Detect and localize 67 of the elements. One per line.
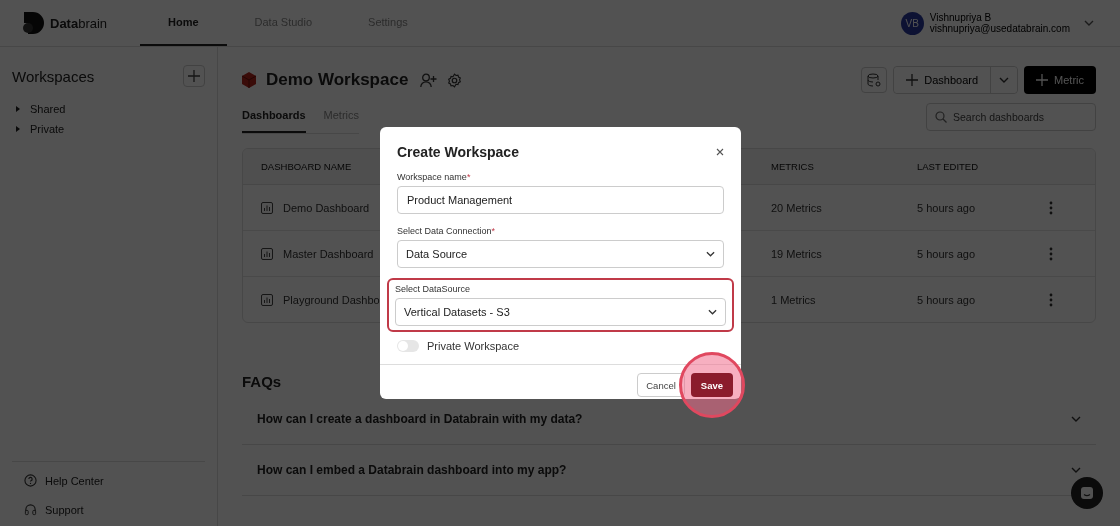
chart-icon — [261, 293, 273, 306]
select-field[interactable]: Vertical Datasets - S3 — [395, 298, 726, 326]
nav-tab[interactable]: Home — [140, 0, 227, 46]
plus-icon — [188, 70, 200, 82]
chevron-down-icon — [1071, 467, 1081, 473]
brand-name: Databrain — [50, 15, 108, 31]
column-header: DASHBOARD NAME — [260, 161, 353, 172]
tab[interactable]: Dashboards — [242, 99, 306, 133]
user-name: Vishnupriya B — [929, 12, 992, 23]
table-cell-text: 5 hours ago — [917, 293, 977, 306]
cube-icon — [242, 72, 256, 88]
plus-icon — [906, 74, 919, 86]
chevron-down-icon — [999, 77, 1010, 83]
add-workspace-button[interactable] — [183, 65, 205, 87]
toggle-switch[interactable] — [397, 340, 419, 352]
faq-title: FAQs — [242, 373, 282, 390]
new-metric-button[interactable]: Metric — [1024, 66, 1096, 94]
chart-icon — [261, 201, 273, 214]
sidebar-title: Workspaces — [12, 67, 95, 85]
input-field[interactable]: Product Management — [397, 186, 724, 214]
table-cell-text: 5 hours ago — [917, 201, 977, 214]
close-icon[interactable] — [716, 148, 724, 156]
chevron-down-icon — [706, 251, 715, 257]
database-icon — [867, 73, 882, 87]
sidebar-link[interactable]: Help Center — [12, 474, 205, 487]
field-label: Workspace name* — [397, 172, 472, 182]
add-user-icon[interactable] — [420, 72, 438, 88]
workspace-title: Demo Workspace — [266, 70, 409, 90]
sidebar-item[interactable]: Private — [12, 119, 205, 139]
dashboard-name[interactable]: Demo Dashboard — [283, 201, 370, 214]
user-email: vishnupriya@usedatabrain.com — [929, 23, 1070, 34]
user-avatar[interactable]: VB — [900, 11, 924, 35]
column-header: LAST EDITED — [917, 161, 980, 172]
field-label: Select Data Connection* — [397, 226, 497, 236]
headset-icon — [24, 503, 37, 516]
dashboard-name[interactable]: Playground Dashbo — [283, 293, 380, 306]
sidebar-link[interactable]: Support — [12, 503, 205, 516]
select-field[interactable]: Data Source — [397, 240, 724, 268]
cancel-button[interactable]: Cancel — [637, 373, 685, 397]
caret-icon — [14, 125, 22, 133]
chart-icon — [261, 247, 273, 260]
more-icon[interactable] — [1049, 292, 1053, 307]
database-button[interactable] — [861, 67, 888, 93]
chevron-down-icon[interactable] — [1084, 20, 1094, 26]
table-cell-text: 19 Metrics — [771, 247, 823, 260]
sidebar-item[interactable]: Shared — [12, 99, 205, 119]
toggle-label: Private Workspace — [427, 340, 520, 352]
table-cell-text: 20 Metrics — [771, 201, 823, 214]
caret-icon — [14, 105, 22, 113]
table-cell-text: 5 hours ago — [917, 247, 977, 260]
search-field[interactable]: Search dashboards — [926, 102, 1096, 131]
settings-icon[interactable] — [447, 72, 463, 88]
field-label: Select DataSource — [395, 284, 472, 294]
logo-icon — [22, 12, 44, 34]
save-button[interactable]: Save — [690, 373, 733, 397]
more-icon[interactable] — [1049, 200, 1053, 215]
chevron-down-icon — [708, 309, 717, 315]
dashboard-name[interactable]: Master Dashboard — [283, 247, 374, 260]
chevron-down-icon — [1071, 416, 1081, 422]
help-icon — [24, 474, 37, 487]
more-icon[interactable] — [1049, 246, 1053, 261]
plus-icon — [1036, 74, 1049, 86]
column-header: METRICS — [771, 161, 815, 172]
table-cell-text: 1 Metrics — [771, 293, 817, 306]
dialog-title: Create Workspace — [397, 144, 519, 160]
chat-button[interactable] — [1071, 477, 1103, 509]
chat-icon — [1080, 486, 1094, 500]
